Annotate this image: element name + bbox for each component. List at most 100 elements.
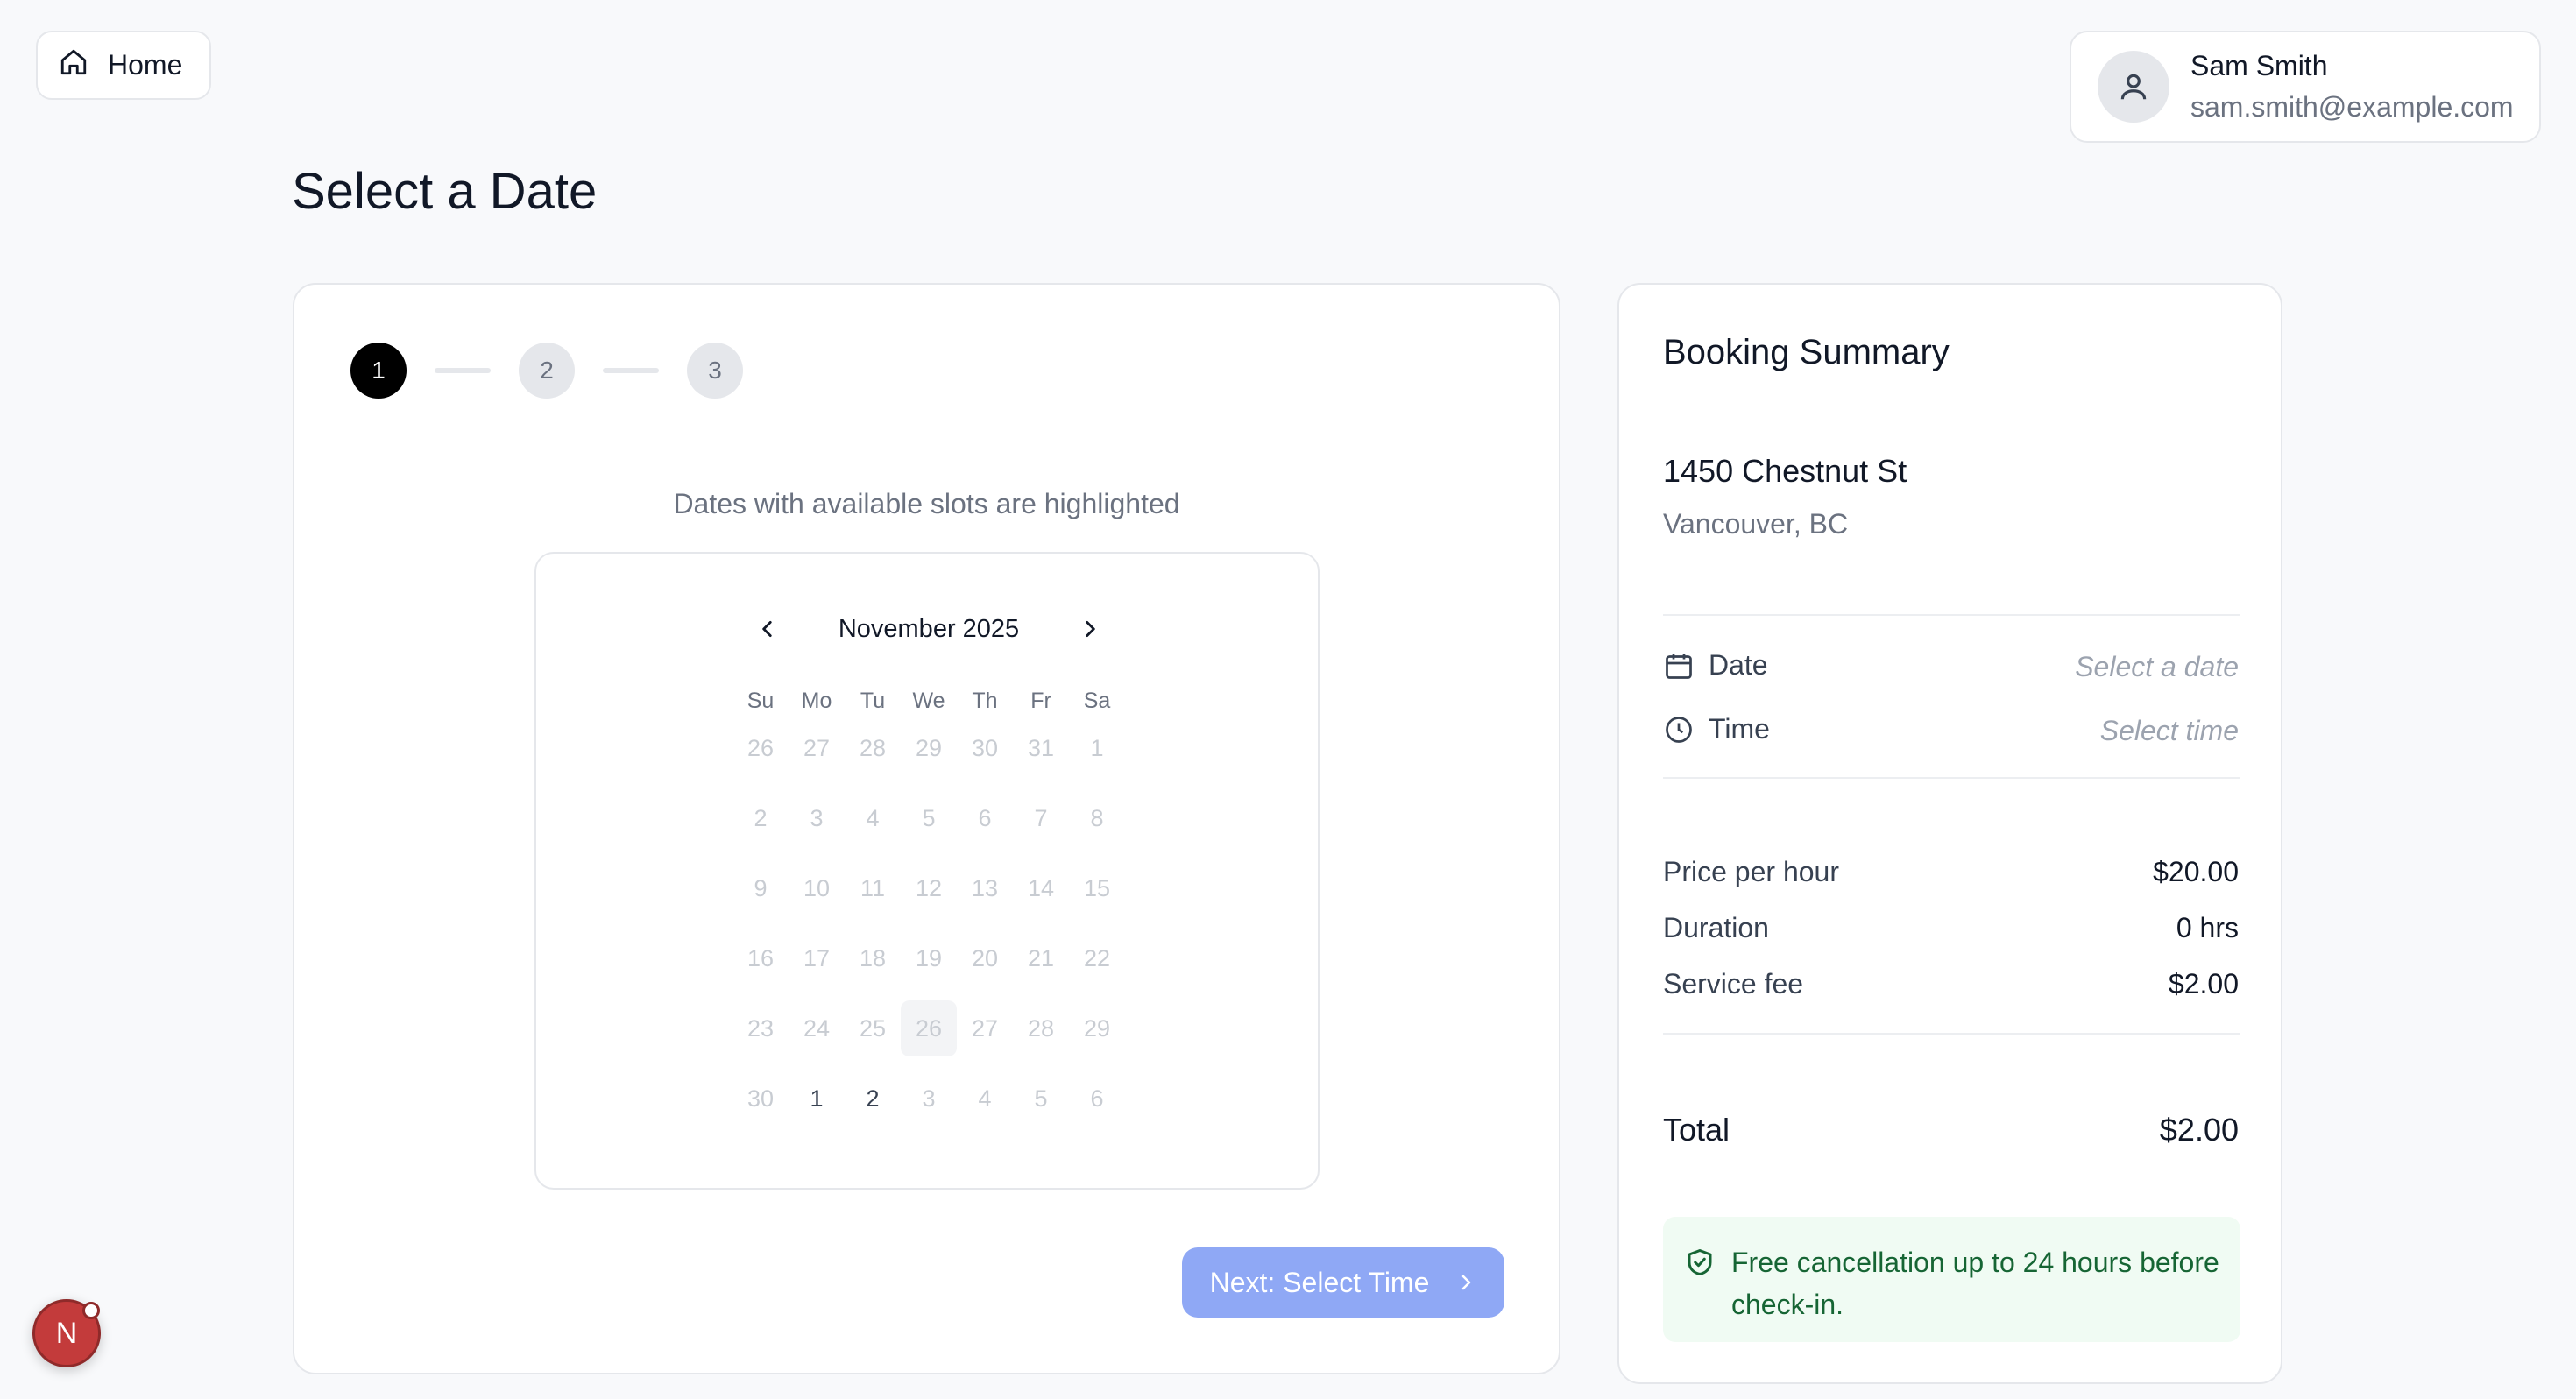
total-label: Total: [1663, 1112, 1730, 1148]
calendar-day: 1: [1090, 734, 1104, 761]
user-card[interactable]: Sam Smith sam.smith@example.com: [2070, 31, 2541, 143]
next-select-time-button[interactable]: Next: Select Time: [1182, 1247, 1504, 1318]
time-value: Select time: [2099, 715, 2239, 746]
duration-label: Duration: [1663, 912, 1769, 943]
date-label: Date: [1709, 649, 1768, 681]
time-row-label: Time: [1663, 713, 1770, 745]
calendar-day: 21: [1027, 944, 1055, 972]
calendar-day: 6: [1090, 1085, 1104, 1112]
month-label: November 2025: [838, 614, 1020, 643]
calendar-day: 5: [922, 804, 936, 831]
weekday-label: Su: [747, 689, 775, 713]
calendar-day: 4: [866, 804, 880, 831]
calendar-day: 16: [747, 944, 775, 972]
weekday-label: Th: [972, 689, 998, 713]
calendar-day-available[interactable]: 2: [845, 1070, 901, 1127]
date-selection-card: 1 2 3 Dates with available slots are hig…: [293, 283, 1560, 1374]
calendar-day: 23: [747, 1014, 775, 1042]
home-label: Home: [108, 49, 183, 81]
calendar-day: 20: [971, 944, 999, 972]
calendar-day: 30: [747, 1085, 775, 1112]
calendar-day: 14: [1027, 874, 1055, 901]
weekday-label: Tu: [860, 689, 886, 713]
step-connector: [435, 368, 491, 373]
calendar-day: 25: [859, 1014, 887, 1042]
calendar-day: 26: [747, 734, 775, 761]
service-fee-label: Service fee: [1663, 968, 1804, 1000]
calendar-day: 24: [803, 1014, 831, 1042]
calendar-day: 3: [810, 804, 824, 831]
service-fee-value: $2.00: [2168, 968, 2239, 1000]
weekday-label: Mo: [801, 689, 832, 713]
price-value: $20.00: [2153, 856, 2239, 887]
divider: [1663, 777, 2240, 779]
calendar-day: 8: [1090, 804, 1104, 831]
calendar-day: 7: [1034, 804, 1048, 831]
calendar-day: 18: [859, 944, 887, 972]
calendar-week: 2 3 4 5 6 7 8: [732, 790, 1125, 846]
calendar-day: 17: [803, 944, 831, 972]
chevron-right-icon: [1086, 621, 1095, 637]
calendar-hint: Dates with available slots are highlight…: [673, 488, 1180, 519]
avatar: [2098, 51, 2169, 123]
calendar-day: 10: [803, 874, 831, 901]
duration-value: 0 hrs: [2176, 912, 2239, 943]
calendar-day: 19: [915, 944, 943, 972]
user-name: Sam Smith: [2190, 50, 2328, 81]
calendar-day: 26: [901, 1000, 957, 1056]
calendar-day: 22: [1083, 944, 1111, 972]
address-line-2: Vancouver, BC: [1663, 508, 1849, 540]
calendar-day: 15: [1083, 874, 1111, 901]
next-month-button[interactable]: [1062, 601, 1118, 657]
clock-icon: [1666, 716, 1692, 743]
calendar-day: 28: [859, 734, 887, 761]
cancellation-text: Free cancellation up to 24 hours before …: [1731, 1247, 2219, 1320]
calendar-day: 28: [1027, 1014, 1055, 1042]
user-email: sam.smith@example.com: [2190, 91, 2514, 123]
shield-check-icon: [1688, 1249, 1712, 1275]
step-connector: [603, 368, 659, 373]
page-title: Select a Date: [292, 163, 598, 220]
calendar-icon: [1666, 654, 1692, 679]
date-value: Select a date: [2075, 651, 2239, 682]
home-button[interactable]: Home: [36, 31, 211, 100]
price-label: Price per hour: [1663, 856, 1839, 887]
calendar-week: 16 17 18 19 20 21 22: [732, 930, 1125, 986]
calendar-day: 13: [971, 874, 999, 901]
calendar-week: 26 27 28 29 30 31 1: [732, 720, 1125, 776]
total-value: $2.00: [2159, 1112, 2239, 1148]
calendar-day: 6: [978, 804, 992, 831]
chevron-right-icon: [1462, 1275, 1471, 1290]
divider: [1663, 1033, 2240, 1035]
cancellation-note: Free cancellation up to 24 hours before …: [1663, 1217, 2240, 1342]
prev-month-button[interactable]: [740, 601, 796, 657]
calendar-day: 27: [971, 1014, 999, 1042]
calendar-day: 29: [1083, 1014, 1111, 1042]
calendar-day: 27: [803, 734, 831, 761]
calendar: November 2025 Su Mo Tu We Th Fr Sa 26 27 28 29 30 3…: [534, 552, 1320, 1190]
calendar-day: 29: [915, 734, 943, 761]
notification-dot: [82, 1302, 100, 1319]
stepper: 1 2 3: [350, 343, 743, 399]
chevron-left-icon: [762, 621, 772, 637]
date-row-label: Date: [1663, 649, 1768, 682]
user-icon: [2120, 74, 2147, 100]
step-2: 2: [519, 343, 575, 399]
bubble-letter: N: [55, 1316, 78, 1350]
calendar-day: 9: [754, 874, 768, 901]
calendar-week: 23 24 25 26 27 28 29: [732, 1000, 1125, 1056]
calendar-day: 11: [860, 874, 886, 901]
weekday-row: Su Mo Tu We Th Fr Sa: [732, 689, 1125, 714]
step-3: 3: [687, 343, 743, 399]
booking-summary-card: Booking Summary 1450 Chestnut St Vancouv…: [1617, 283, 2282, 1384]
next-button-label: Next: Select Time: [1209, 1266, 1430, 1298]
calendar-day: 5: [1034, 1085, 1048, 1112]
home-icon: [59, 47, 88, 84]
calendar-week: 9 10 11 12 13 14 15: [732, 860, 1125, 916]
time-label: Time: [1709, 713, 1770, 745]
weekday-label: Sa: [1083, 689, 1111, 713]
calendar-day: 3: [922, 1085, 936, 1112]
calendar-day-available[interactable]: 1: [789, 1070, 845, 1127]
address-line-1: 1450 Chestnut St: [1663, 453, 1907, 489]
weekday-label: We: [912, 689, 945, 713]
